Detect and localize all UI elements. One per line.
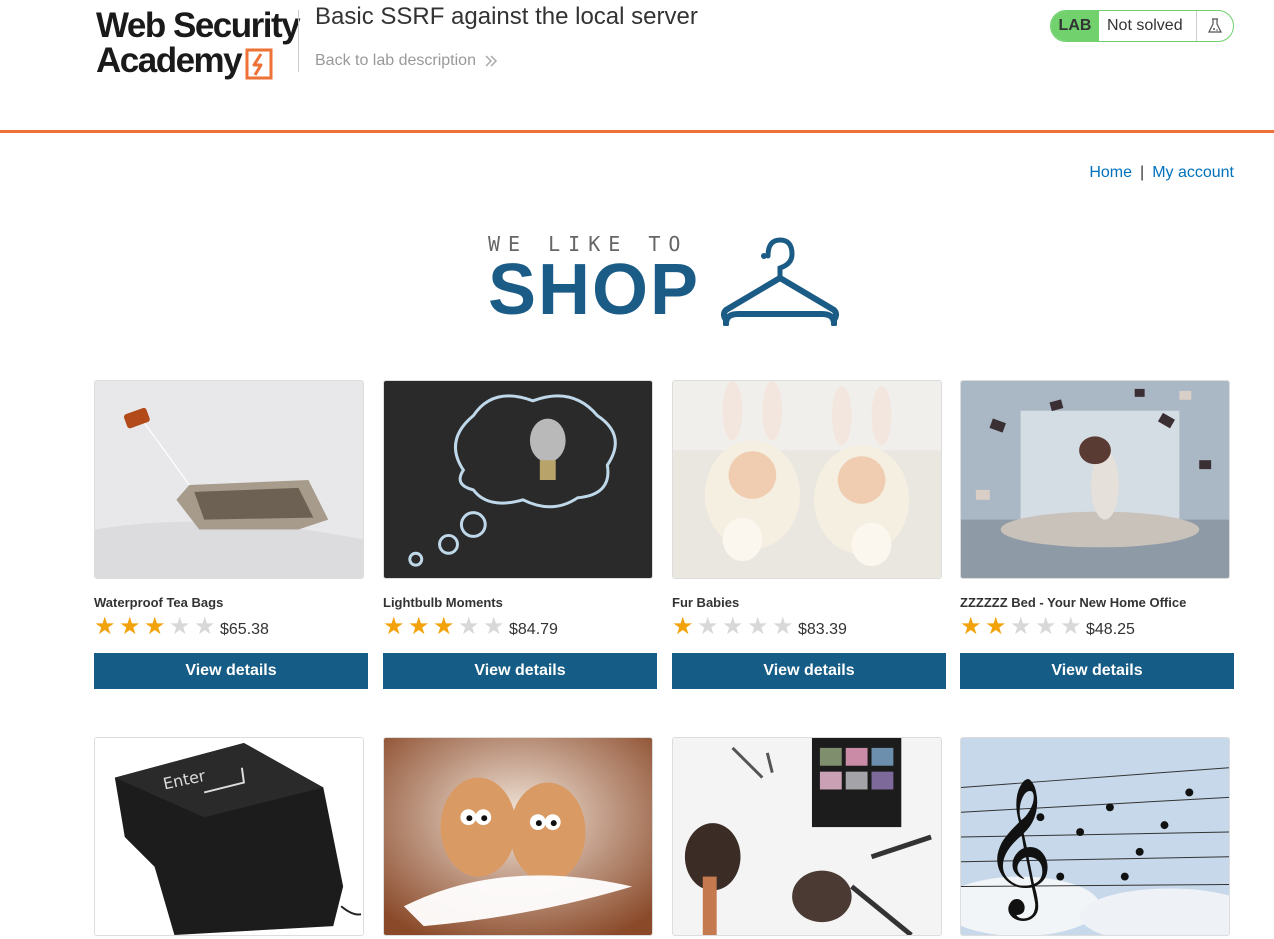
product-rating: ★ ★ ★ ★ ★ bbox=[383, 613, 508, 640]
banner-big-text: SHOP bbox=[488, 250, 701, 330]
star-empty-icon: ★ bbox=[722, 613, 744, 640]
star-filled-icon: ★ bbox=[408, 613, 430, 640]
star-filled-icon: ★ bbox=[672, 613, 694, 640]
logo-text-line2: Academy bbox=[96, 41, 243, 80]
star-filled-icon: ★ bbox=[94, 613, 116, 640]
product-image-eggs bbox=[383, 737, 653, 936]
double-chevron-right-icon bbox=[485, 55, 498, 67]
product-price: $48.25 bbox=[1086, 621, 1135, 638]
my-account-link[interactable]: My account bbox=[1152, 164, 1234, 181]
star-empty-icon: ★ bbox=[1060, 613, 1082, 640]
product-image-music-notes: 𝄞 bbox=[960, 737, 1230, 936]
logo-lightning-icon bbox=[245, 48, 273, 80]
star-empty-icon: ★ bbox=[458, 613, 480, 640]
product-image-makeup bbox=[672, 737, 942, 936]
star-empty-icon: ★ bbox=[483, 613, 505, 640]
star-filled-icon: ★ bbox=[985, 613, 1007, 640]
nav-separator: | bbox=[1140, 164, 1145, 181]
star-filled-icon: ★ bbox=[144, 613, 166, 640]
product-image-fur-babies bbox=[672, 380, 942, 579]
star-empty-icon: ★ bbox=[194, 613, 216, 640]
star-empty-icon: ★ bbox=[747, 613, 769, 640]
product-name: Lightbulb Moments bbox=[383, 595, 503, 610]
lab-status-text: Not solved bbox=[1099, 11, 1197, 41]
product-name: Fur Babies bbox=[672, 595, 740, 610]
lab-title: Basic SSRF against the local server bbox=[315, 3, 698, 30]
home-link[interactable]: Home bbox=[1089, 164, 1132, 181]
view-details-button[interactable]: View details bbox=[383, 653, 657, 689]
star-empty-icon: ★ bbox=[772, 613, 794, 640]
product-image-lightbulb bbox=[383, 380, 653, 579]
product-rating: ★ ★ ★ ★ ★ bbox=[960, 613, 1085, 640]
view-details-button[interactable]: View details bbox=[94, 653, 368, 689]
svg-text:𝄞: 𝄞 bbox=[983, 778, 1053, 922]
star-filled-icon: ★ bbox=[119, 613, 141, 640]
header-divider bbox=[298, 10, 299, 72]
product-rating: ★ ★ ★ ★ ★ bbox=[94, 613, 219, 640]
star-filled-icon: ★ bbox=[383, 613, 405, 640]
we-like-to-shop-banner: WE LIKE TO SHOP bbox=[488, 232, 844, 328]
back-link-label: Back to lab description bbox=[315, 52, 476, 69]
star-empty-icon: ★ bbox=[1010, 613, 1032, 640]
product-price: $83.39 bbox=[798, 621, 847, 638]
academy-header: Web Security Academy Basic SSRF against … bbox=[0, 0, 1274, 133]
star-empty-icon: ★ bbox=[1035, 613, 1057, 640]
product-price: $84.79 bbox=[509, 621, 558, 638]
lab-status-widget: LAB Not solved bbox=[1050, 10, 1234, 42]
view-details-button[interactable]: View details bbox=[672, 653, 946, 689]
product-name: ZZZZZZ Bed - Your New Home Office bbox=[960, 595, 1187, 610]
star-empty-icon: ★ bbox=[697, 613, 719, 640]
product-name: Waterproof Tea Bags bbox=[94, 595, 224, 610]
lab-badge: LAB bbox=[1051, 11, 1099, 41]
top-nav: Home | My account bbox=[1089, 164, 1234, 182]
product-rating: ★ ★ ★ ★ ★ bbox=[672, 613, 797, 640]
view-details-button[interactable]: View details bbox=[960, 653, 1234, 689]
back-to-lab-description-link[interactable]: Back to lab description bbox=[315, 52, 498, 70]
web-security-academy-logo[interactable]: Web Security Academy bbox=[96, 6, 301, 82]
hanger-icon bbox=[721, 237, 839, 326]
star-empty-icon: ★ bbox=[169, 613, 191, 640]
flask-icon bbox=[1197, 11, 1233, 41]
star-filled-icon: ★ bbox=[960, 613, 982, 640]
product-image-tea-bag bbox=[94, 380, 364, 579]
product-image-enter-key: Enter bbox=[94, 737, 364, 936]
product-image-bed-books bbox=[960, 380, 1230, 579]
logo-text-line1: Web Security bbox=[96, 6, 301, 45]
star-filled-icon: ★ bbox=[433, 613, 455, 640]
product-price: $65.38 bbox=[220, 621, 269, 638]
